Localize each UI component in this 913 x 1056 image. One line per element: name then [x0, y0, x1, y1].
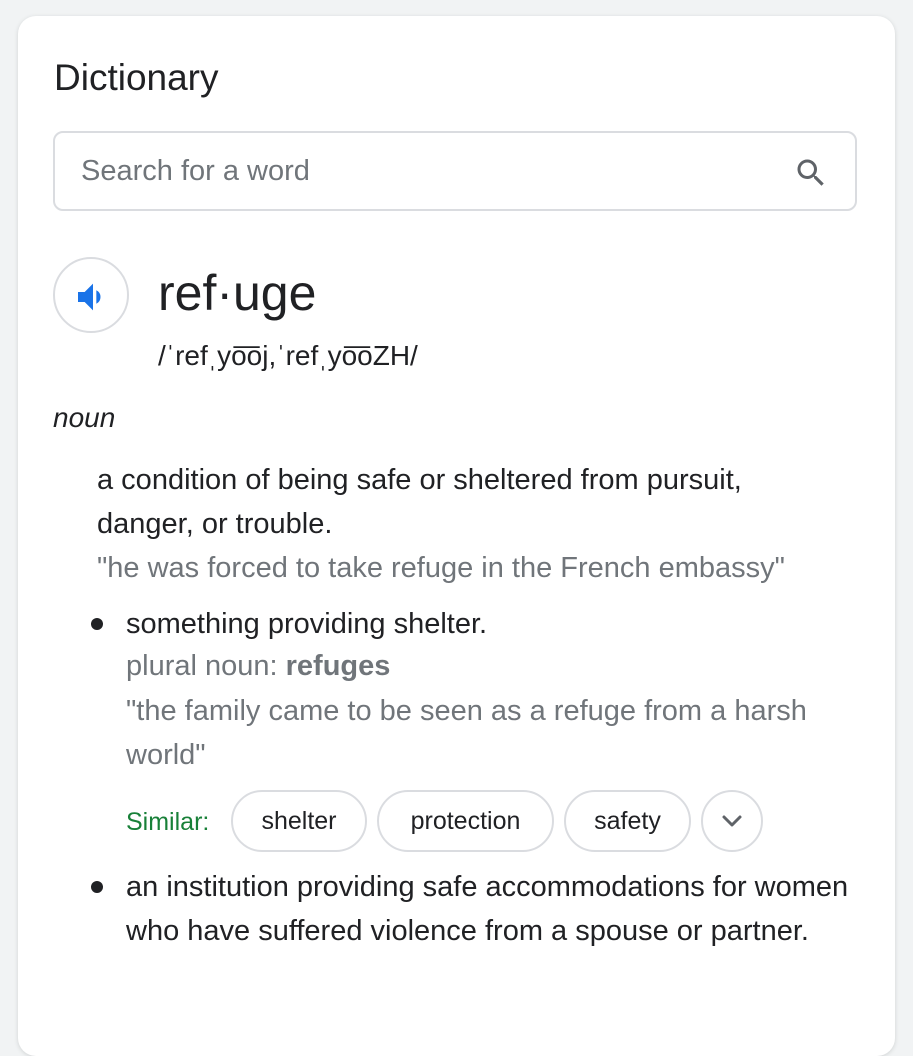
- sense-example: "the family came to be seen as a refuge …: [126, 695, 807, 771]
- dictionary-card: Dictionary ref·uge /ˈrefˌyo͞oj,ˈrefˌyo͞o…: [18, 16, 895, 1056]
- part-of-speech: noun: [53, 402, 116, 433]
- speaker-icon: [78, 283, 101, 311]
- grammar-label: plural noun:: [126, 650, 278, 682]
- pronounce-button[interactable]: [53, 257, 129, 333]
- sense-text: an institution providing safe accommodat…: [126, 871, 849, 947]
- grammar-note: plural noun: refuges: [126, 644, 390, 688]
- similar-chip-shelter[interactable]: shelter: [231, 790, 367, 852]
- definition-example: "he was forced to take refuge in the Fre…: [97, 552, 785, 584]
- similar-chip-protection[interactable]: protection: [377, 790, 554, 852]
- chevron-down-icon: [722, 815, 742, 827]
- bullet-icon: [91, 881, 103, 893]
- phonetic-transcription: /ˈrefˌyo͞oj,ˈrefˌyo͞oZH/: [158, 340, 418, 371]
- search-box[interactable]: [53, 131, 857, 211]
- grammar-value: refuges: [285, 650, 391, 682]
- card-title: Dictionary: [54, 57, 219, 98]
- search-button[interactable]: [793, 155, 829, 191]
- similar-chip-safety[interactable]: safety: [564, 790, 691, 852]
- similar-label: Similar:: [126, 808, 210, 836]
- expand-similar-button[interactable]: [701, 790, 763, 852]
- search-icon: [797, 159, 824, 186]
- search-input[interactable]: [81, 151, 761, 191]
- definition-text: a condition of being safe or sheltered f…: [97, 464, 742, 540]
- bullet-icon: [91, 618, 103, 630]
- headword: ref·uge: [158, 265, 317, 321]
- sense-text: something providing shelter.: [126, 608, 488, 640]
